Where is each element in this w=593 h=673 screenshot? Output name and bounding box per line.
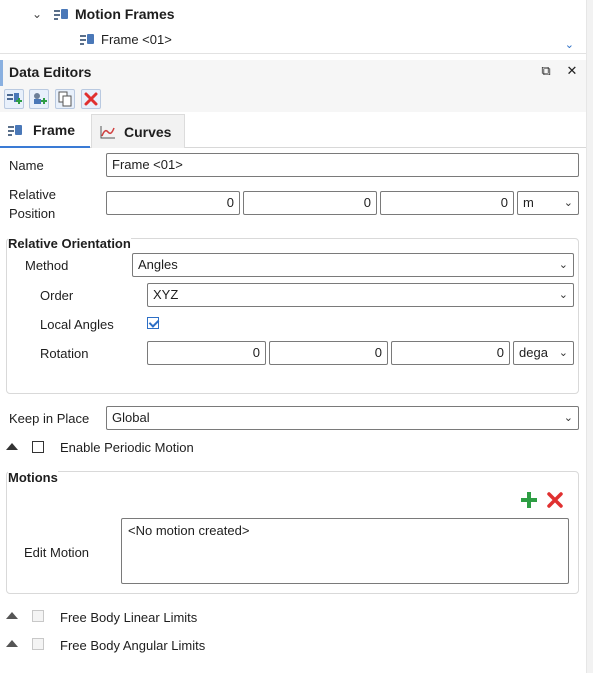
local-angles-label: Local Angles	[40, 317, 114, 332]
relative-position-label-2: Position	[9, 206, 56, 221]
position-y-input[interactable]: 0	[243, 191, 377, 215]
angular-limits-label: Free Body Angular Limits	[60, 638, 206, 653]
order-select[interactable]: XYZ ⌄	[147, 283, 574, 307]
chevron-down-icon: ⌄	[563, 412, 573, 424]
rotation-label: Rotation	[40, 346, 89, 361]
tab-label: Curves	[124, 123, 172, 140]
copy-icon	[58, 91, 72, 107]
keep-in-place-value: Global	[112, 410, 150, 425]
relative-orientation-title: Relative Orientation	[8, 236, 131, 251]
data-editors-header: Data Editors ⧉ ✕	[0, 60, 586, 86]
motions-title: Motions	[8, 470, 58, 485]
delete-motion-button[interactable]	[545, 490, 565, 510]
keep-in-place-label: Keep in Place	[9, 411, 90, 426]
relative-position-label-1: Relative	[9, 187, 56, 202]
position-unit-select[interactable]: m ⌄	[517, 191, 579, 215]
method-value: Angles	[138, 257, 178, 272]
panel-title: Data Editors	[9, 64, 92, 80]
chevron-down-icon[interactable]: ⌄	[30, 7, 44, 21]
rotation-z-input[interactable]: 0	[391, 341, 510, 365]
add-motion-button[interactable]	[519, 490, 539, 510]
chevron-down-icon: ⌄	[558, 289, 568, 301]
delete-icon	[547, 492, 563, 508]
edit-motion-label: Edit Motion	[24, 545, 90, 560]
frame-icon	[80, 33, 96, 45]
scroll-down-icon[interactable]: ⌄	[565, 38, 574, 51]
motion-list[interactable]: <No motion created>	[121, 518, 569, 584]
close-panel-icon[interactable]: ✕	[563, 63, 581, 81]
expand-triangle-icon[interactable]	[6, 443, 18, 450]
curve-chart-icon	[100, 125, 115, 138]
folder-frames-icon	[54, 8, 70, 20]
add-subframe-button[interactable]	[29, 89, 49, 109]
keep-in-place-select[interactable]: Global ⌄	[106, 406, 579, 430]
expand-triangle-icon[interactable]	[6, 612, 18, 619]
periodic-motion-label: Enable Periodic Motion	[60, 440, 194, 455]
editor-toolbar	[0, 86, 586, 112]
rotation-x-input[interactable]: 0	[147, 341, 266, 365]
rotation-y-input[interactable]: 0	[269, 341, 388, 365]
tree-view: ⌄ Motion Frames Frame <01> ⌄	[0, 0, 586, 54]
tree-node-label: Motion Frames	[75, 6, 175, 22]
method-select[interactable]: Angles ⌄	[132, 253, 574, 277]
plus-icon	[521, 492, 537, 508]
order-label: Order	[40, 288, 74, 303]
chevron-down-icon: ⌄	[558, 347, 568, 359]
copy-button[interactable]	[55, 89, 75, 109]
position-unit-value: m	[523, 195, 534, 210]
editor-tabs: Frame Curves	[0, 114, 586, 148]
restore-window-icon[interactable]: ⧉	[537, 63, 555, 81]
rotation-unit-select[interactable]: dega ⌄	[513, 341, 574, 365]
motion-list-empty-text: <No motion created>	[128, 523, 250, 538]
position-z-input[interactable]: 0	[380, 191, 514, 215]
tree-node-label: Frame <01>	[101, 31, 172, 47]
add-frame-icon	[7, 93, 22, 104]
periodic-motion-checkbox[interactable]	[32, 441, 44, 453]
delete-icon	[84, 92, 98, 106]
chevron-down-icon: ⌄	[558, 259, 568, 271]
tab-frame[interactable]: Frame	[0, 114, 90, 148]
order-value: XYZ	[153, 287, 179, 302]
local-angles-checkbox[interactable]	[147, 317, 159, 329]
frame-icon	[8, 124, 24, 136]
linear-limits-checkbox[interactable]	[32, 610, 44, 622]
tree-node-motion-frames[interactable]: ⌄ Motion Frames	[30, 4, 175, 24]
rotation-unit-value: dega	[519, 345, 548, 360]
tab-curves[interactable]: Curves	[91, 114, 185, 148]
name-input[interactable]: Frame <01>	[106, 153, 579, 177]
angular-limits-checkbox[interactable]	[32, 638, 44, 650]
linear-limits-label: Free Body Linear Limits	[60, 610, 198, 625]
add-subframe-icon	[34, 93, 47, 104]
method-label: Method	[25, 258, 69, 273]
expand-triangle-icon[interactable]	[6, 640, 18, 647]
tree-node-frame-01[interactable]: Frame <01>	[80, 29, 172, 49]
name-label: Name	[9, 158, 44, 173]
delete-button[interactable]	[81, 89, 101, 109]
chevron-down-icon: ⌄	[563, 197, 573, 209]
tab-label: Frame	[33, 122, 76, 138]
vertical-scrollbar[interactable]	[586, 0, 593, 673]
position-x-input[interactable]: 0	[106, 191, 240, 215]
add-frame-button[interactable]	[4, 89, 24, 109]
